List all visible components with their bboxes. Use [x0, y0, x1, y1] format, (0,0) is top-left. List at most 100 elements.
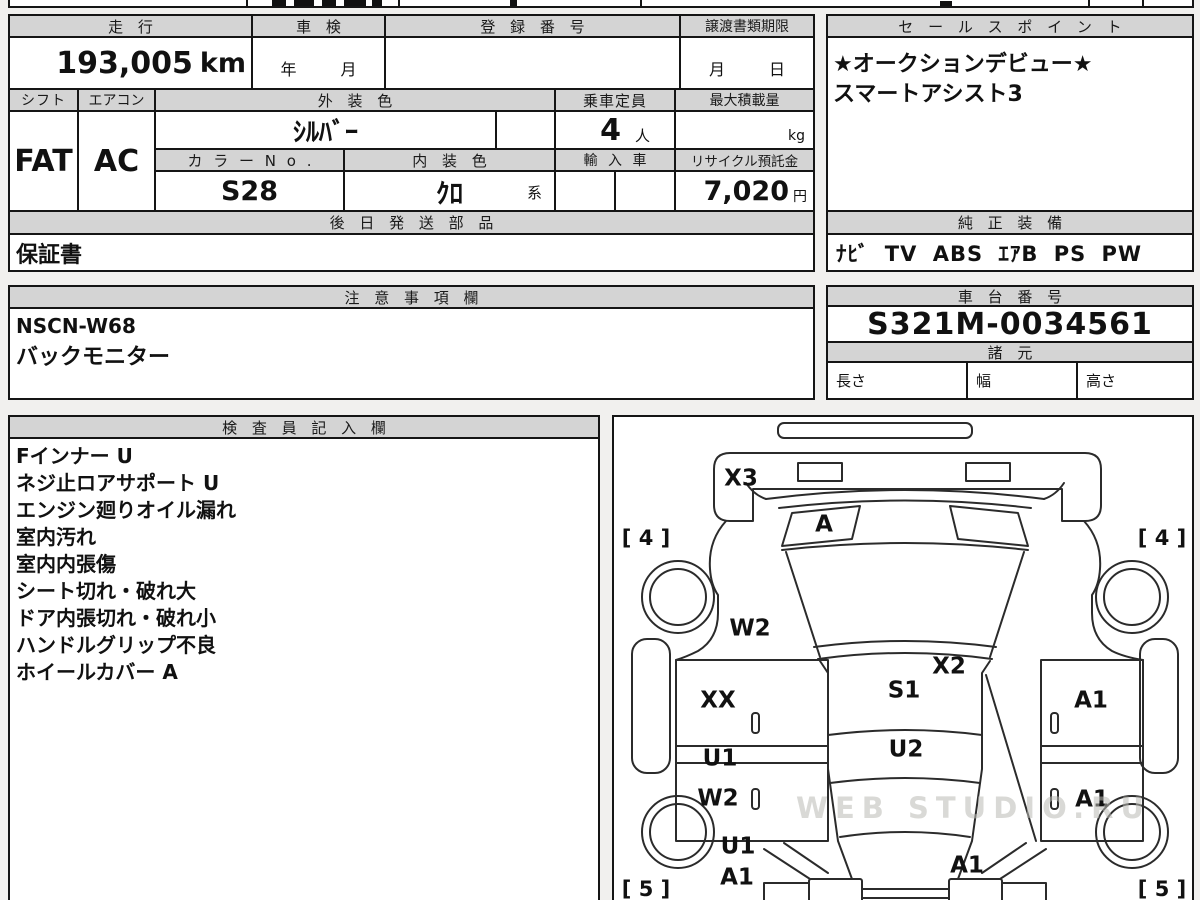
- inspector-note: エンジン廻りオイル漏れ: [16, 498, 236, 522]
- capacity-number: 4: [600, 112, 621, 148]
- rear-taper-left1: [763, 848, 811, 880]
- windshield-top-arc: [765, 489, 1045, 500]
- clipped-text-remnant: [372, 0, 382, 6]
- sales-point-table: セ ー ル ス ポ イ ン ト ★オークションデビュー★ スマートアシスト3 純…: [826, 14, 1194, 272]
- mileage-number: 193,005: [56, 45, 193, 81]
- inspector-note: ホイールカバー A: [16, 660, 178, 684]
- damage-label-a1-right-top: A1: [1074, 688, 1108, 714]
- damage-label-w2-lower: W2: [697, 786, 738, 812]
- genuine-equipment-header: 純 正 装 備: [828, 212, 1192, 235]
- inspection-header: 車 検: [253, 16, 386, 38]
- capacity-header: 乗車定員: [556, 90, 676, 112]
- divider: [398, 0, 400, 6]
- damage-label-a1-rear-left: A1: [720, 865, 754, 891]
- chassis-number-header: 車 台 番 号: [828, 287, 1192, 307]
- month-label: 月: [340, 60, 357, 79]
- recycle-deposit-unit: 円: [793, 189, 807, 205]
- import-empty-cell: [556, 172, 616, 212]
- cautions-table: 注 意 事 項 欄 NSCN-W68 バックモニター: [8, 285, 815, 400]
- transfer-docs-value-cell: 月 日: [681, 38, 813, 90]
- month-label: 月: [708, 60, 725, 79]
- door-handle-left-upper: [751, 712, 760, 734]
- exterior-color-header: 外 装 色: [156, 90, 556, 112]
- recycle-deposit-number: 7,020: [703, 175, 789, 207]
- interior-color-header: 内 装 色: [345, 150, 556, 172]
- spec-height-label: 高さ: [1086, 372, 1117, 390]
- registration-value-cell: [386, 38, 681, 90]
- spec-width-label: 幅: [976, 372, 992, 390]
- capacity-value-cell: 4 人: [556, 112, 676, 150]
- windshield-inner-arc: [778, 499, 1032, 509]
- inspector-note: ネジ止ロアサポート U: [16, 471, 220, 495]
- max-load-unit: kg: [788, 128, 805, 144]
- inspector-note: ドア内張切れ・破れ小: [16, 606, 216, 630]
- divider: [1088, 0, 1090, 6]
- later-parts-value: 保証書: [10, 235, 813, 270]
- interior-color-group: 系: [526, 184, 542, 202]
- inspector-notes-table: 検 査 員 記 入 欄 Fインナー U ネジ止ロアサポート U エンジン廻りオイ…: [8, 415, 600, 900]
- specs-header: 諸 元: [828, 343, 1192, 363]
- rear-bumper-corner-left: [763, 882, 810, 900]
- damage-label-xx: XX: [700, 688, 736, 714]
- wheel-front-right: [1095, 560, 1169, 634]
- wheel-rear-left-inner: [649, 803, 707, 861]
- genuine-equipment-value: ﾅﾋﾞ TV ABS ｴｱB PS PW: [828, 235, 1192, 270]
- recycle-deposit-value-cell: 7,020 円: [676, 172, 813, 212]
- clipped-top-row: [8, 0, 1194, 8]
- later-parts-text: 保証書: [16, 242, 83, 268]
- rear-bumper-corner-right: [1001, 882, 1047, 900]
- shift-value: FAT: [10, 112, 79, 212]
- damage-label-w2-fender: W2: [729, 616, 770, 642]
- chassis-specs-table: 車 台 番 号 S321M-0034561 諸 元 長さ 幅 高さ: [826, 285, 1194, 400]
- damage-label-x2: X2: [932, 654, 966, 680]
- spec-length-cell: 長さ: [828, 363, 968, 398]
- max-load-value-cell: kg: [676, 112, 813, 150]
- damage-label-a1-rear-center: A1: [950, 853, 984, 879]
- front-bumper-shape: [777, 422, 973, 439]
- mileage-header: 走 行: [10, 16, 253, 38]
- door-handle-right-upper: [1050, 712, 1059, 734]
- rear-window-arc: [839, 831, 971, 838]
- interior-color-value-cell: ｸﾛ 系: [345, 172, 556, 212]
- cautions-header: 注 意 事 項 欄: [10, 287, 813, 309]
- windshield-bottom-arc: [781, 542, 1029, 551]
- damage-label-u1-left: U1: [703, 746, 738, 772]
- roof-side-right: [957, 660, 991, 880]
- chassis-number-value: S321M-0034561: [828, 307, 1192, 343]
- watermark: WEB STUDIO.RU: [796, 791, 1151, 825]
- clipped-text-remnant: [940, 1, 952, 6]
- door-molding-left: [675, 745, 829, 764]
- capacity-unit: 人: [634, 126, 650, 145]
- roof-side-left: [819, 660, 853, 880]
- day-label: 日: [769, 60, 786, 79]
- later-parts-header: 後 日 発 送 部 品: [10, 212, 813, 235]
- body-edge-right: [1083, 520, 1144, 661]
- inspector-notes-list: Fインナー U ネジ止ロアサポート U エンジン廻りオイル漏れ 室内汚れ 室内内…: [16, 443, 236, 686]
- genuine-equipment-text: ﾅﾋﾞ TV ABS ｴｱB PS PW: [836, 241, 1143, 266]
- damage-label-x3: X3: [724, 466, 758, 492]
- seat-band-arc2: [817, 652, 993, 660]
- cautions-line1: NSCN-W68: [16, 314, 136, 338]
- recycle-deposit-header: リサイクル預託金: [676, 150, 813, 172]
- year-label: 年: [280, 60, 297, 79]
- body-edge-left: [675, 520, 727, 661]
- inspector-note: ハンドルグリップ不良: [16, 633, 216, 657]
- rear-taper-left2: [783, 842, 829, 874]
- seat-band-arc1: [813, 640, 997, 648]
- transfer-docs-header: 譲渡書類期限: [681, 16, 813, 38]
- divider: [640, 0, 642, 6]
- cautions-line2: バックモニター: [16, 345, 171, 370]
- damage-label-u1-rear: U1: [721, 834, 756, 860]
- wheel-front-left-inner: [649, 568, 707, 626]
- rear-bumper-notch-right: [948, 878, 1003, 900]
- wheel-front-right-inner: [1103, 568, 1161, 626]
- rear-bumper-bar: [861, 888, 950, 899]
- spec-width-cell: 幅: [968, 363, 1078, 398]
- clipped-text-remnant: [272, 0, 286, 6]
- exterior-color-value: ｼﾙﾊﾞｰ: [156, 112, 497, 150]
- import-header: 輸 入 車: [556, 150, 676, 172]
- sales-point-header: セ ー ル ス ポ イ ン ト: [828, 16, 1192, 38]
- damage-label-s1: S1: [888, 678, 921, 704]
- chassis-number-text: S321M-0034561: [867, 306, 1153, 342]
- color-no-text: S28: [220, 175, 279, 207]
